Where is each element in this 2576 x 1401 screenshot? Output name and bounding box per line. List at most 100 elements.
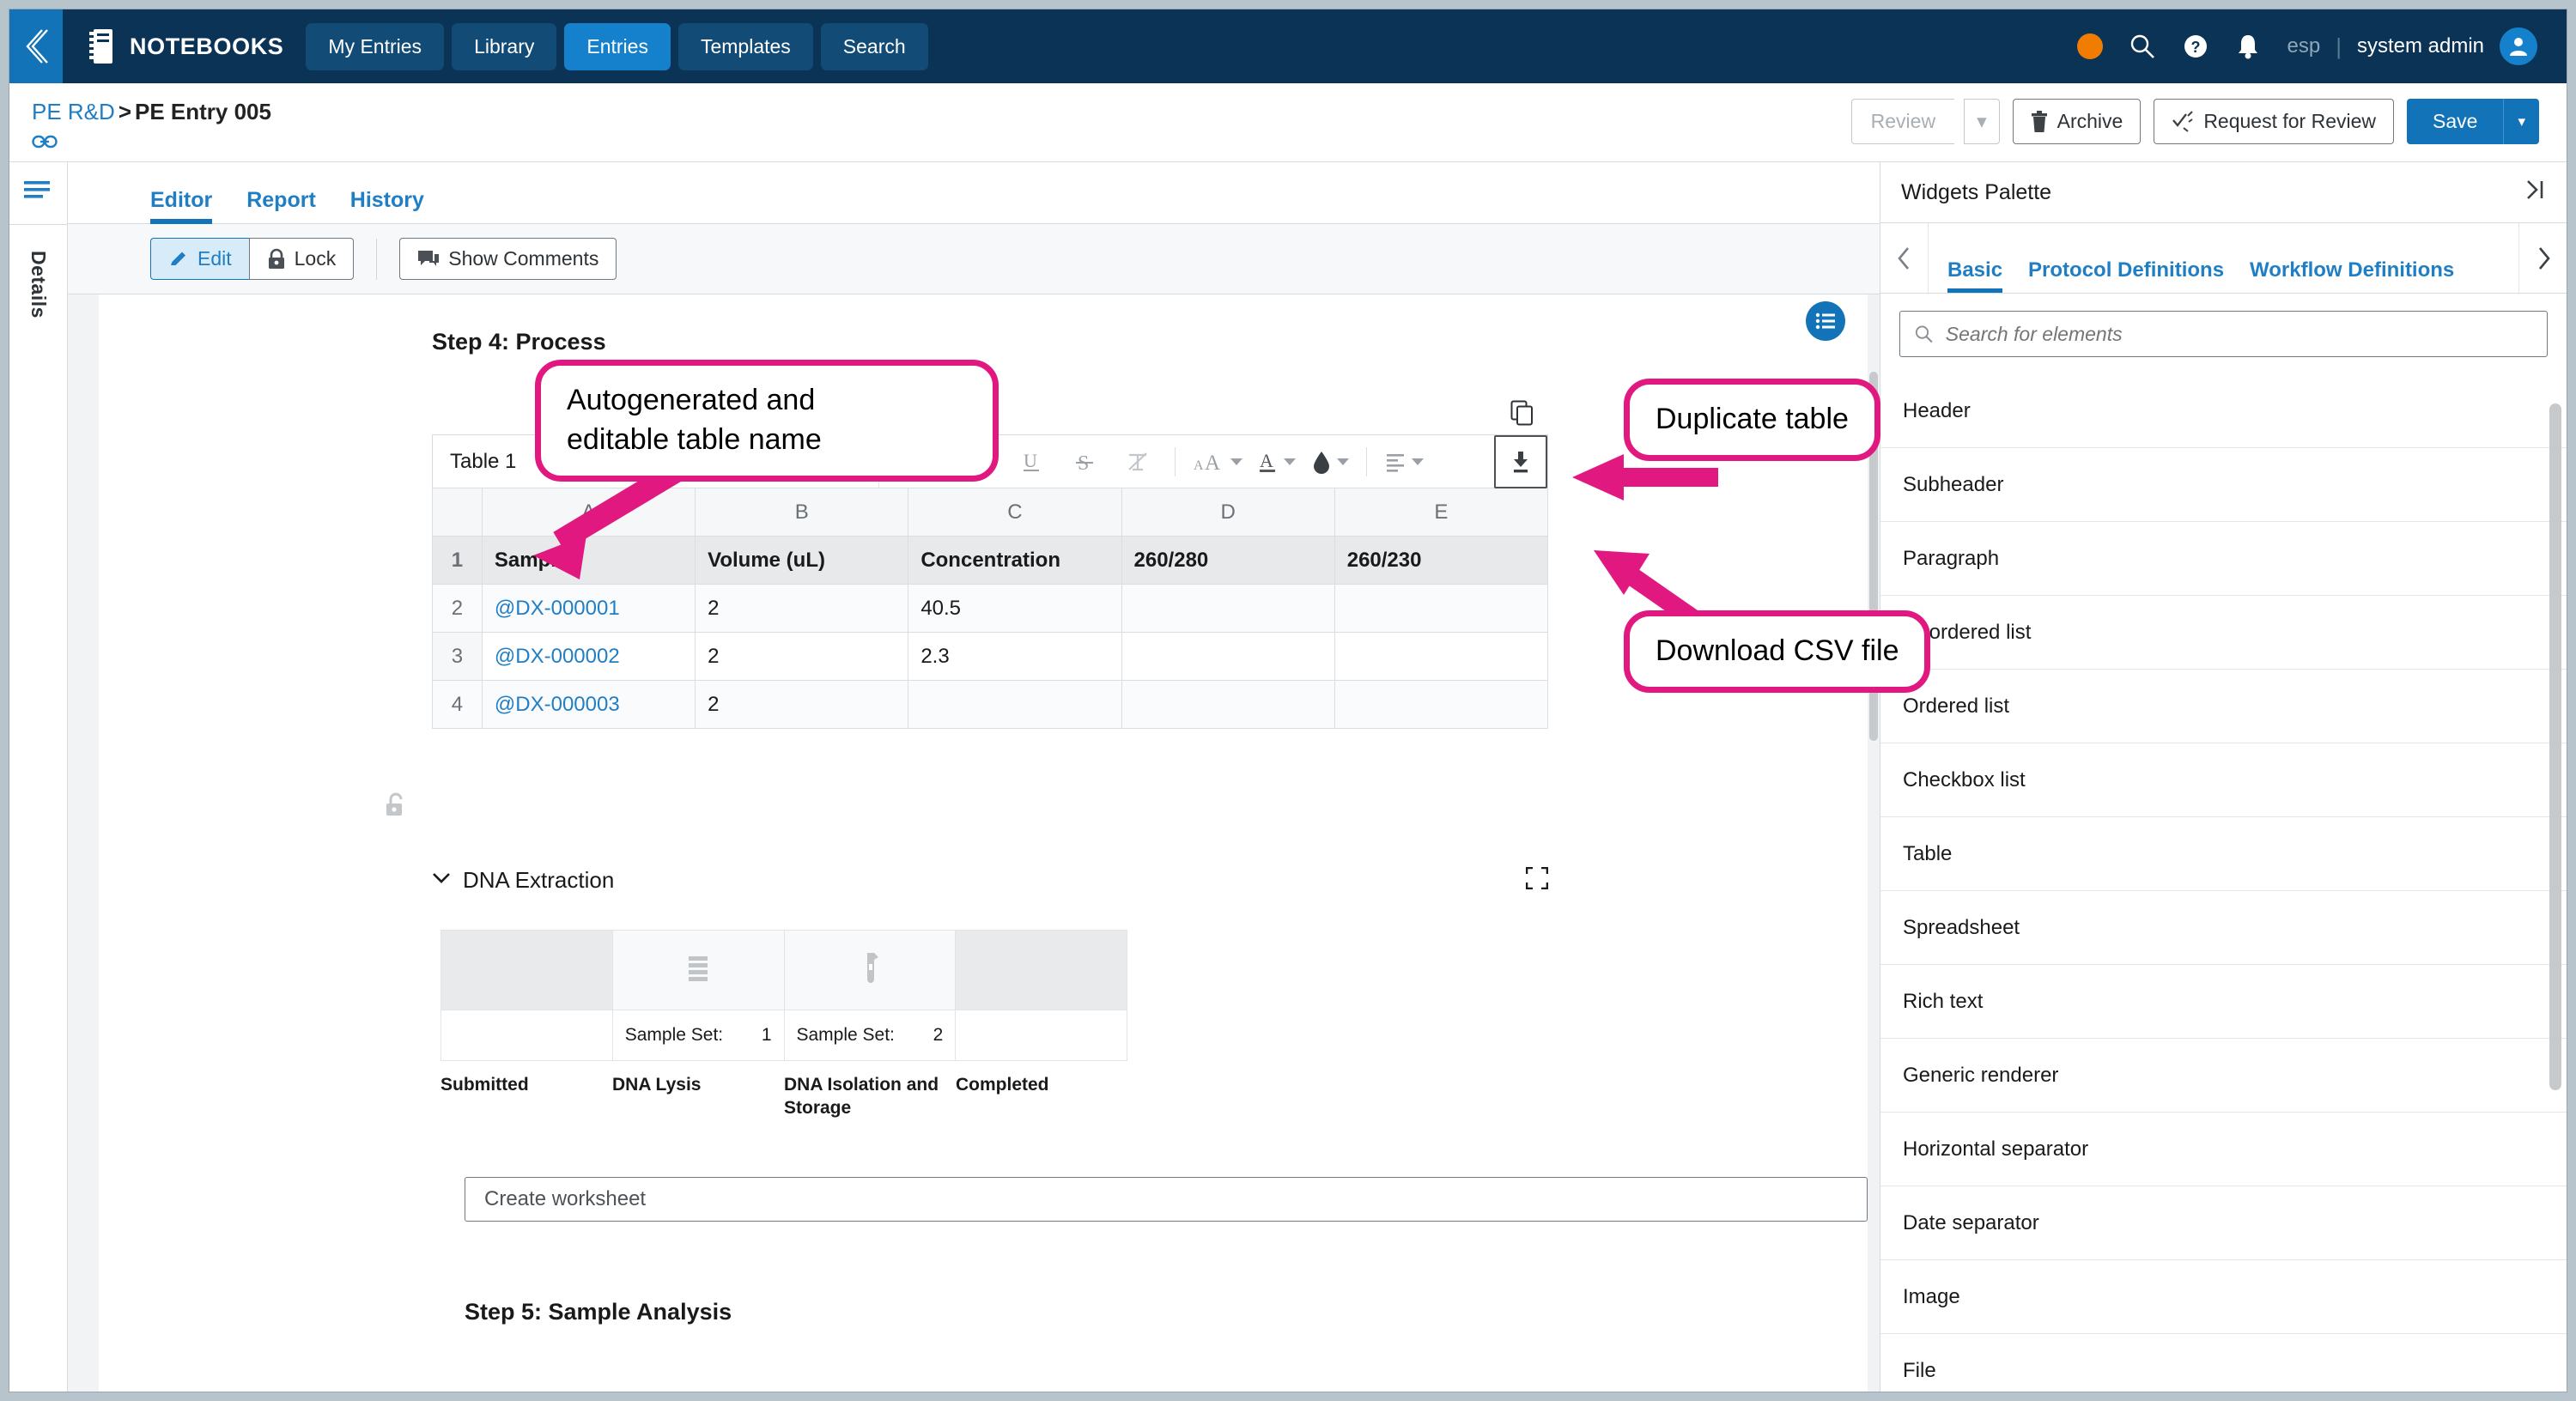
cell-a3[interactable]: @DX-000002	[481, 632, 696, 681]
tab-report[interactable]: Report	[246, 188, 316, 223]
cell-a1[interactable]: Sample	[481, 536, 696, 585]
nav-tab-library[interactable]: Library	[452, 22, 557, 70]
cell-d2[interactable]	[1121, 584, 1335, 633]
widget-menu-fab[interactable]	[1806, 301, 1845, 341]
list-item[interactable]: Table	[1880, 817, 2567, 891]
font-color-icon[interactable]: A	[1249, 436, 1303, 488]
cell-c1[interactable]: Concentration	[908, 536, 1122, 585]
strikethrough-icon[interactable]: S	[1058, 436, 1111, 488]
tab-history[interactable]: History	[350, 188, 424, 223]
list-item[interactable]: Horizontal separator	[1880, 1113, 2567, 1186]
palette-tab-workflow-definitions[interactable]: Workflow Definitions	[2250, 258, 2454, 293]
list-item[interactable]: Image	[1880, 1260, 2567, 1334]
row-number[interactable]: 1	[432, 536, 483, 585]
archive-button[interactable]: Archive	[2012, 99, 2142, 144]
tab-editor[interactable]: Editor	[150, 188, 213, 224]
annotation-callout-table-name: Autogenerated and editable table name	[535, 360, 999, 482]
list-item[interactable]: Ordered list	[1880, 670, 2567, 743]
cell-b1[interactable]: Volume (uL)	[695, 536, 909, 585]
list-item[interactable]: Paragraph	[1880, 522, 2567, 596]
workflow-stage-dna-lysis-icon[interactable]	[612, 931, 785, 1010]
breadcrumb-parent[interactable]: PE R&D	[32, 99, 115, 124]
underline-icon[interactable]: U	[1005, 436, 1058, 488]
show-comments-button[interactable]: Show Comments	[399, 238, 617, 280]
align-icon[interactable]	[1377, 436, 1431, 488]
palette-tabs-next-button[interactable]	[2518, 223, 2567, 293]
collapse-right-icon[interactable]	[2524, 179, 2546, 207]
workflow-stage-dna-isolation-icon[interactable]	[784, 931, 957, 1010]
avatar[interactable]	[2500, 27, 2537, 65]
cell-d4[interactable]	[1121, 680, 1335, 729]
cell-a2[interactable]: @DX-000001	[481, 584, 696, 633]
widget-list-scrollbar-thumb[interactable]	[2549, 403, 2561, 1090]
column-header-d[interactable]: D	[1121, 488, 1335, 537]
fill-color-icon[interactable]	[1303, 436, 1356, 488]
cell-c3[interactable]: 2.3	[908, 632, 1122, 681]
svg-text:?: ?	[2191, 39, 2201, 56]
cell-b4[interactable]: 2	[695, 680, 909, 729]
list-item[interactable]: Unordered list	[1880, 596, 2567, 670]
nav-tab-my-entries[interactable]: My Entries	[306, 22, 445, 70]
list-item[interactable]: Date separator	[1880, 1186, 2567, 1260]
column-header-c[interactable]: C	[908, 488, 1122, 537]
list-item[interactable]: Rich text	[1880, 965, 2567, 1039]
unlock-icon[interactable]	[382, 791, 1868, 826]
list-item[interactable]: Spreadsheet	[1880, 891, 2567, 965]
create-worksheet-button[interactable]: Create worksheet	[465, 1176, 1868, 1222]
download-csv-button[interactable]	[1494, 434, 1547, 488]
column-header-e[interactable]: E	[1334, 488, 1549, 537]
edit-button[interactable]: Edit	[150, 238, 249, 280]
widget-list-scrollbar[interactable]	[2549, 374, 2561, 1392]
cell-d3[interactable]	[1121, 632, 1335, 681]
fullscreen-icon[interactable]	[1525, 866, 1549, 894]
column-header-b[interactable]: B	[695, 488, 909, 537]
row-number[interactable]: 3	[432, 632, 483, 681]
cell-e4[interactable]	[1334, 680, 1549, 729]
help-icon[interactable]: ?	[2182, 33, 2209, 60]
chevron-down-icon[interactable]	[432, 872, 451, 889]
column-header-a[interactable]: A	[481, 488, 696, 537]
request-for-review-button[interactable]: Request for Review	[2154, 99, 2395, 144]
font-size-icon[interactable]: AA	[1186, 436, 1249, 488]
clear-format-icon[interactable]	[1111, 436, 1164, 488]
duplicate-icon[interactable]	[1510, 400, 1534, 430]
cell-c2[interactable]: 40.5	[908, 584, 1122, 633]
list-item[interactable]: Checkbox list	[1880, 743, 2567, 817]
save-button[interactable]: Save	[2407, 99, 2504, 144]
list-item[interactable]: Subheader	[1880, 448, 2567, 522]
cell-e1[interactable]: 260/230	[1334, 536, 1549, 585]
cell-e2[interactable]	[1334, 584, 1549, 633]
list-item[interactable]: File	[1880, 1334, 2567, 1392]
palette-tab-protocol-definitions[interactable]: Protocol Definitions	[2028, 258, 2224, 293]
row-number[interactable]: 2	[432, 584, 483, 633]
nav-tab-entries[interactable]: Entries	[564, 22, 671, 70]
cell-c4[interactable]	[908, 680, 1122, 729]
lock-button[interactable]: Lock	[248, 238, 355, 280]
list-item[interactable]: Generic renderer	[1880, 1039, 2567, 1113]
row-number[interactable]: 4	[432, 680, 483, 729]
cell-d1[interactable]: 260/280	[1121, 536, 1335, 585]
palette-search-box[interactable]	[1899, 311, 2548, 357]
review-button[interactable]: Review ▾	[1850, 99, 2000, 144]
palette-tabs-prev-button[interactable]	[1880, 223, 1929, 293]
palette-tab-basic[interactable]: Basic	[1947, 258, 2003, 293]
cell-b3[interactable]: 2	[695, 632, 909, 681]
cell-a4[interactable]: @DX-000003	[481, 680, 696, 729]
widgets-palette-tabs: Basic Protocol Definitions Workflow Defi…	[1880, 223, 2567, 294]
search-icon[interactable]	[2129, 33, 2156, 60]
search-input[interactable]	[1945, 322, 2533, 346]
canvas-gutter	[68, 294, 99, 1392]
spreadsheet-table[interactable]: A B C D E 1 Sample Volume (uL) Concentra…	[432, 488, 1549, 729]
save-dropdown-caret[interactable]: ▾	[2503, 99, 2539, 144]
link-icon[interactable]	[32, 132, 58, 155]
list-item[interactable]: Header	[1880, 374, 2567, 448]
hamburger-icon[interactable]	[23, 162, 53, 224]
nav-tab-templates[interactable]: Templates	[677, 22, 813, 70]
cell-e3[interactable]	[1334, 632, 1549, 681]
cell-b2[interactable]: 2	[695, 584, 909, 633]
notifications-icon[interactable]	[2235, 33, 2261, 60]
details-tab-label[interactable]: Details	[27, 251, 50, 318]
nav-tab-search[interactable]: Search	[820, 22, 928, 70]
review-dropdown-caret[interactable]: ▾	[1964, 99, 2000, 144]
back-button[interactable]	[9, 9, 63, 83]
